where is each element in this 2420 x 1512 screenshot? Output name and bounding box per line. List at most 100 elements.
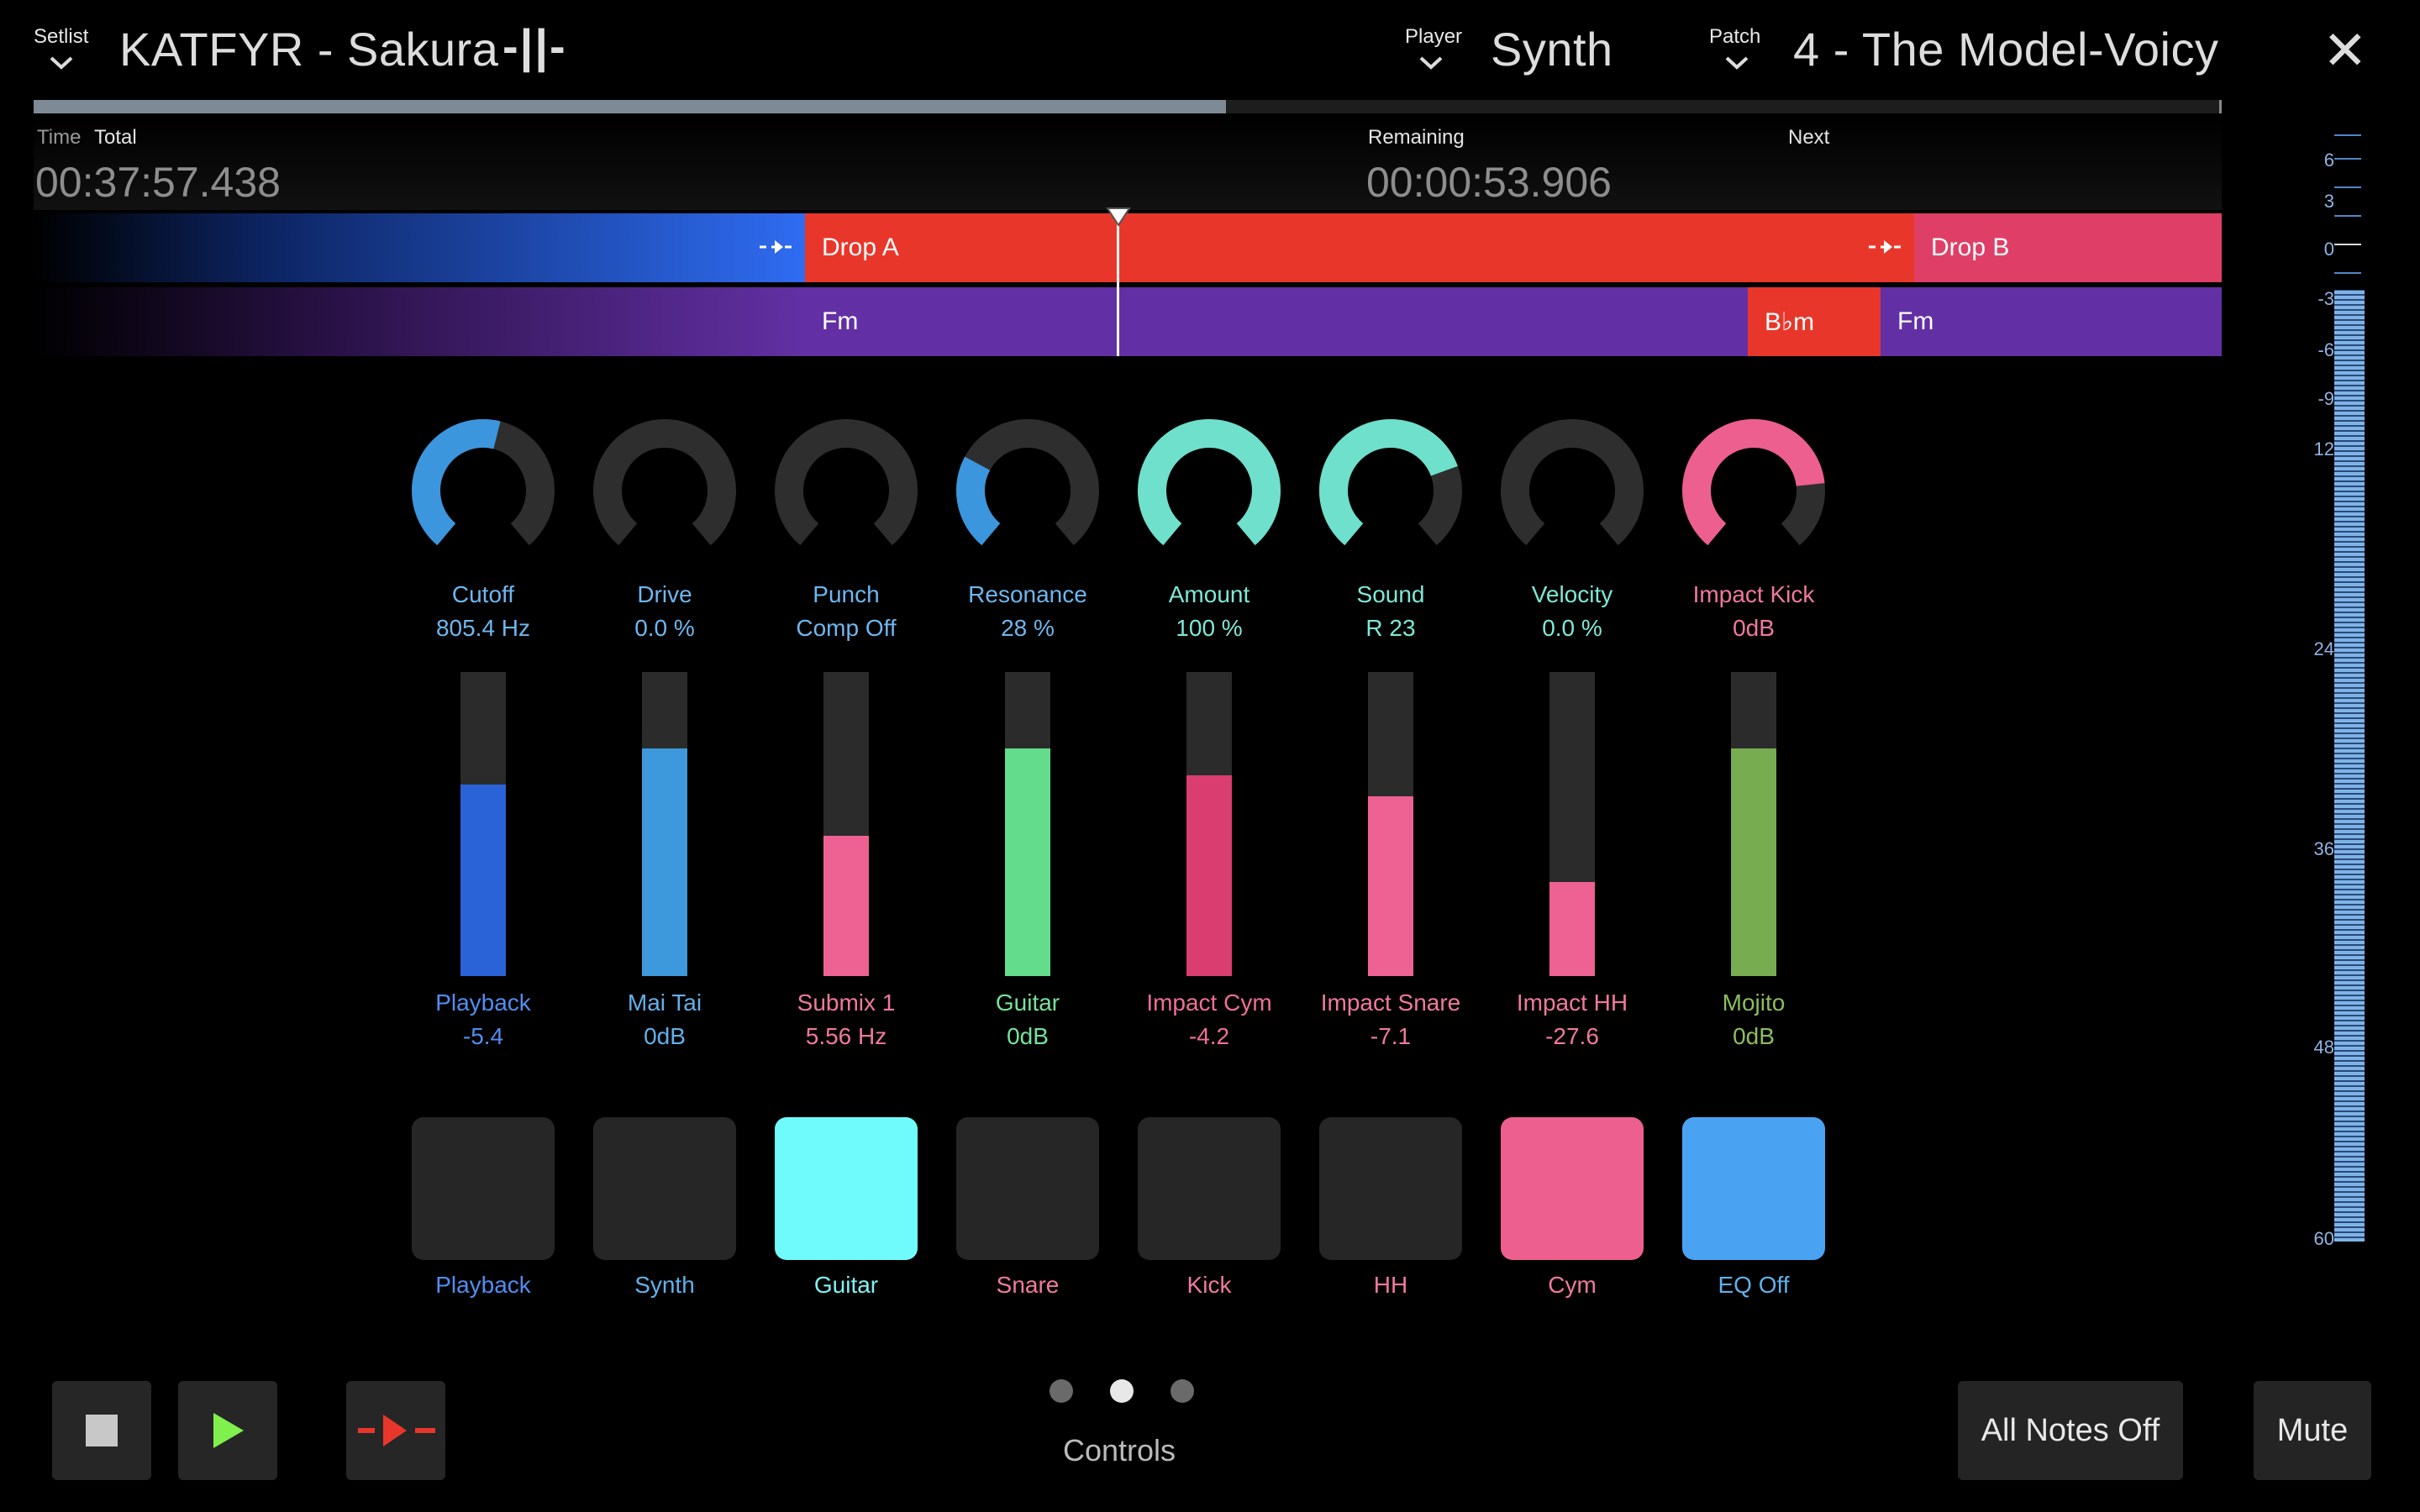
stop-button[interactable] [52, 1381, 151, 1480]
pad-kick[interactable] [1138, 1117, 1281, 1260]
fader-fill [642, 748, 687, 976]
meter-scale-label: -6 [2317, 339, 2334, 360]
fader-fill [1731, 748, 1776, 976]
meter-tick [2334, 244, 2361, 245]
fader-label: Impact HH [1516, 990, 1628, 1016]
knob-impact-kick[interactable]: Impact Kick 0dB [1661, 415, 1846, 645]
section-drop-b[interactable]: Drop B [1914, 213, 2222, 282]
chord-lane[interactable]: Fm B♭m Fm [34, 287, 2222, 356]
knob-label: Velocity [1531, 581, 1613, 607]
knob-label: Drive [637, 581, 692, 607]
output-meter-fill [2334, 289, 2365, 1242]
chord-block[interactable]: Fm [1881, 287, 2222, 356]
fader-value: 0dB [644, 1023, 686, 1049]
page-title: Controls [1062, 1433, 1176, 1467]
pad-label: Snare [996, 1272, 1060, 1298]
chord-block[interactable]: B♭m [1748, 287, 1881, 356]
fader-impact-snare[interactable] [1368, 672, 1413, 976]
knob-punch[interactable]: Punch Comp Off [754, 415, 939, 645]
page-dot[interactable] [1050, 1379, 1073, 1403]
time-panel [34, 118, 2222, 210]
patch-value[interactable]: 4 - The Model-Voicy [1793, 22, 2218, 76]
close-icon[interactable]: ✕ [2323, 24, 2368, 77]
fader-fill [1186, 775, 1232, 976]
mute-button[interactable]: Mute [2254, 1381, 2371, 1480]
knob-amount[interactable]: Amount 100 % [1117, 415, 1302, 645]
knob-value: 28 % [1001, 615, 1055, 641]
player-selector[interactable]: Player [1405, 25, 1481, 76]
fader-fill [1549, 881, 1595, 976]
knob-drive[interactable]: Drive 0.0 % [572, 415, 757, 645]
pad-eq-off[interactable] [1682, 1117, 1825, 1260]
knob-value: 805.4 Hz [435, 615, 531, 641]
pad-playback[interactable] [412, 1117, 555, 1260]
section-name: Drop A [822, 234, 899, 261]
play-button[interactable] [178, 1381, 277, 1480]
patch-selector[interactable]: Patch [1709, 25, 1785, 76]
next-label: Next [1788, 126, 1830, 149]
fader-fill [460, 784, 506, 976]
playhead-handle-icon[interactable] [1106, 207, 1131, 227]
song-progress-bar[interactable] [34, 100, 2222, 113]
fader-value: -7.1 [1370, 1023, 1412, 1049]
pad-label: Kick [1186, 1272, 1232, 1298]
fader-mojito[interactable] [1731, 672, 1776, 976]
section-intro[interactable] [34, 213, 805, 282]
knob-dial[interactable] [952, 415, 1103, 566]
chevron-down-icon [1419, 56, 1443, 70]
fader-guitar[interactable] [1005, 672, 1050, 976]
knob-dial[interactable] [1315, 415, 1466, 566]
knob-dial[interactable] [1678, 415, 1829, 566]
fader-label: Guitar [995, 990, 1060, 1016]
meter-scale-label: 3 [2323, 191, 2334, 212]
knob-cutoff[interactable]: Cutoff 805.4 Hz [391, 415, 576, 645]
knob-label: Impact Kick [1692, 581, 1815, 607]
knob-resonance[interactable]: Resonance 28 % [935, 415, 1120, 645]
player-value[interactable]: Synth [1491, 22, 1613, 76]
fader-submix-1[interactable] [823, 672, 869, 976]
section-jump-icon [358, 1415, 435, 1446]
knob-dial[interactable] [1134, 415, 1285, 566]
page-dot-active[interactable] [1110, 1379, 1134, 1403]
pad-snare[interactable] [956, 1117, 1099, 1260]
pad-hh[interactable] [1319, 1117, 1462, 1260]
setlist-selector[interactable]: Setlist [34, 25, 101, 76]
knob-sound[interactable]: Sound R 23 [1298, 415, 1483, 645]
fader-label: Mai Tai [627, 990, 702, 1016]
playhead[interactable] [1117, 208, 1119, 356]
chevron-down-icon [1725, 56, 1749, 70]
chord-intro [34, 287, 805, 356]
meter-scale-label: 6 [2323, 150, 2334, 171]
all-notes-off-button[interactable]: All Notes Off [1958, 1381, 2183, 1480]
knob-value: 0.0 % [634, 615, 695, 641]
knob-velocity[interactable]: Velocity 0.0 % [1480, 415, 1665, 645]
setlist-label: Setlist [34, 25, 89, 48]
pad-synth[interactable] [593, 1117, 736, 1260]
pad-cym[interactable] [1501, 1117, 1644, 1260]
section-drop-a[interactable]: Drop A [805, 213, 1914, 282]
knob-dial[interactable] [771, 415, 922, 566]
meter-scale-label: 60 [2313, 1228, 2334, 1249]
knob-dial[interactable] [1497, 415, 1648, 566]
meter-tick [2334, 158, 2361, 160]
pad-label: Synth [634, 1272, 695, 1298]
chord-block[interactable]: Fm [805, 287, 1748, 356]
total-label[interactable]: Total [94, 126, 137, 150]
knob-dial[interactable] [589, 415, 740, 566]
patch-label: Patch [1709, 25, 1761, 48]
section-jump-icon [1869, 240, 1901, 254]
fader-playback[interactable] [460, 672, 506, 976]
fader-impact-cym[interactable] [1186, 672, 1232, 976]
fader-value: -5.4 [462, 1023, 504, 1049]
fader-mai-tai[interactable] [642, 672, 687, 976]
page-dot[interactable] [1171, 1379, 1194, 1403]
meter-tick [2334, 134, 2361, 136]
song-progress-fill [34, 100, 1227, 113]
knob-dial[interactable] [408, 415, 559, 566]
pad-guitar[interactable] [775, 1117, 918, 1260]
song-title: KATFYR - Sakura [119, 23, 499, 76]
fader-impact-hh[interactable] [1549, 672, 1595, 976]
section-jump-button[interactable] [346, 1381, 445, 1480]
pad-label: HH [1373, 1272, 1408, 1298]
remaining-label: Remaining [1368, 126, 1465, 149]
